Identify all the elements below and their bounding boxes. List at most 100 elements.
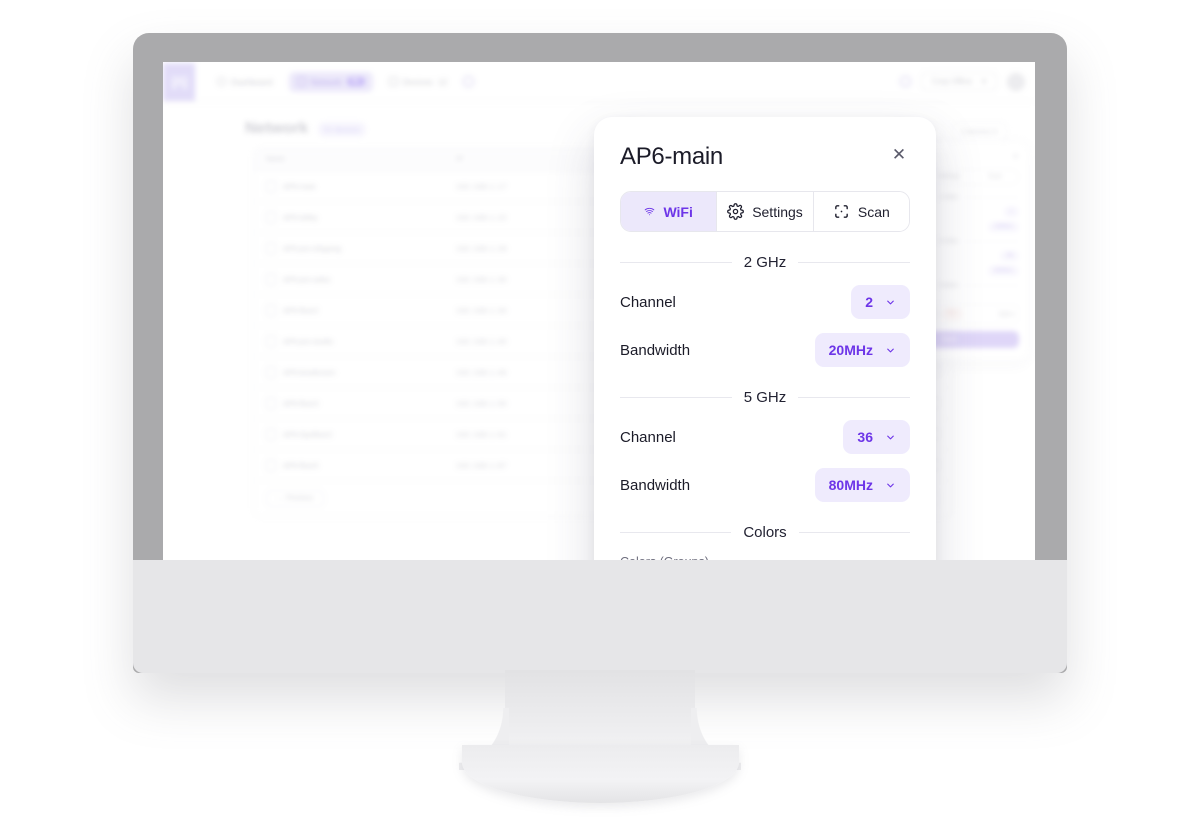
- navbar-right: Corp Office ▾: [899, 72, 1025, 91]
- close-icon[interactable]: ✕: [888, 143, 910, 165]
- cell-name: AP6-lobby: [266, 210, 456, 224]
- previous-label: Previous: [285, 495, 314, 502]
- device-name: AP6-pro-shipping: [283, 243, 341, 253]
- ghost-edit-button[interactable]: Edit ▾: [999, 311, 1014, 318]
- device-name: AP6-breakroom: [283, 367, 336, 377]
- ap-icon: [266, 210, 276, 224]
- nav-label: Devices: [402, 76, 433, 87]
- org-selector[interactable]: Corp Office ▾: [920, 72, 997, 91]
- ghost-bandwidth-2-value[interactable]: 20MHz: [987, 222, 1019, 232]
- col-header-name[interactable]: Name: [266, 156, 456, 163]
- tab-wifi-label: WiFi: [663, 203, 693, 220]
- divider-5ghz-label: 5 GHz: [743, 389, 787, 406]
- nav-item-network[interactable]: Network 51: [288, 71, 373, 92]
- page-header: Network 51 devices: [245, 120, 366, 138]
- wifi-icon: [645, 207, 655, 216]
- channel-5ghz-value: 36: [857, 429, 873, 445]
- monitor-stand-base: [462, 745, 739, 803]
- channel-5ghz-label: Channel: [620, 428, 676, 446]
- divider-colors-label: Colors: [743, 524, 787, 541]
- tab-scan[interactable]: Scan: [813, 192, 909, 231]
- ap-icon: [266, 396, 276, 410]
- columns-dropdown[interactable]: Columns ▾: [951, 122, 1007, 141]
- app-navbar: [Λ] Dashboard Network 51 Devices 12 Corp…: [163, 62, 1035, 102]
- bandwidth-2ghz-value: 20MHz: [828, 342, 873, 358]
- scan-icon: [834, 205, 848, 218]
- ghost-channel-2-value[interactable]: 2: [1003, 207, 1019, 217]
- chevron-down-icon: ▾: [993, 127, 997, 136]
- row-bandwidth-2ghz: Bandwidth 20MHz: [620, 333, 910, 367]
- tab-scan-label: Scan: [857, 203, 890, 220]
- ghost-close-icon[interactable]: ✕: [1012, 152, 1019, 161]
- tab-wifi[interactable]: WiFi: [621, 192, 718, 231]
- device-count-badge: 51 devices: [318, 121, 366, 137]
- nav-item-devices[interactable]: Devices 12: [381, 72, 456, 92]
- devices-count: 12: [437, 76, 448, 87]
- ghost-chip-red[interactable]: Red: [942, 309, 962, 319]
- monitor-chin: [133, 560, 1067, 673]
- row-bandwidth-5ghz: Bandwidth 80MHz: [620, 468, 910, 502]
- chevron-down-icon: [887, 483, 894, 487]
- settings-gear-icon[interactable]: [463, 76, 475, 87]
- tab-settings[interactable]: Settings: [717, 192, 814, 231]
- cell-name: AP6-Opsfloor2: [266, 427, 456, 441]
- modal-tabs: WiFi Settings Scan: [620, 191, 910, 232]
- gear-icon[interactable]: [899, 76, 911, 87]
- nav-label: Dashboard: [231, 76, 273, 87]
- page-title: Network: [245, 120, 309, 137]
- nav-item-dashboard[interactable]: Dashboard: [209, 72, 281, 92]
- colors-group-label: Colors (Groups): [620, 555, 910, 560]
- device-name: AP6-pro-sales: [283, 274, 331, 284]
- row-channel-2ghz: Channel 2: [620, 285, 910, 319]
- screen: [Λ] Dashboard Network 51 Devices 12 Corp…: [163, 62, 1035, 560]
- bandwidth-2ghz-select[interactable]: 20MHz: [814, 333, 910, 367]
- row-channel-5ghz: Channel 36: [620, 420, 910, 454]
- previous-button[interactable]: ← Previous: [266, 490, 325, 507]
- bandwidth-5ghz-select[interactable]: 80MHz: [814, 468, 910, 502]
- ap-settings-modal: AP6-main ✕ WiFi Settings Scan 2 GHz Chan…: [594, 117, 936, 560]
- ap-icon: [266, 427, 276, 441]
- app-logo[interactable]: [Λ]: [163, 62, 195, 101]
- cell-name: AP6-pro-studio: [266, 334, 456, 348]
- cell-name: AP6-pro-sales: [266, 272, 456, 286]
- cell-name: AP6-breakroom: [266, 365, 456, 379]
- bandwidth-5ghz-label: Bandwidth: [620, 476, 691, 494]
- columns-label: Columns: [961, 127, 992, 136]
- ap-icon: [266, 303, 276, 317]
- dashboard-icon: [217, 77, 226, 86]
- cell-name: AP6-pro-shipping: [266, 241, 456, 255]
- avatar[interactable]: [1007, 72, 1025, 91]
- org-name: Corp Office: [931, 77, 972, 86]
- ghost-channel-5-value[interactable]: 36: [1000, 251, 1019, 261]
- channel-2ghz-select[interactable]: 2: [851, 285, 910, 319]
- modal-title: AP6-main: [620, 143, 723, 170]
- nav-items: Dashboard Network 51 Devices 12: [209, 71, 475, 92]
- gear-icon: [727, 203, 745, 220]
- ap-icon: [266, 365, 276, 379]
- device-name: AP6-main: [283, 181, 316, 191]
- device-name: AP6-floor3: [283, 398, 319, 408]
- device-name: AP6-floor5: [283, 460, 319, 470]
- chevron-down-icon: ▾: [981, 77, 986, 86]
- scene: [Λ] Dashboard Network 51 Devices 12 Corp…: [0, 0, 1200, 837]
- device-name: AP6-floor2: [283, 305, 319, 315]
- ghost-bandwidth-5-value[interactable]: 80MHz: [987, 266, 1019, 276]
- network-count-badge: 51: [346, 77, 365, 86]
- channel-2ghz-value: 2: [865, 294, 873, 310]
- bandwidth-2ghz-label: Bandwidth: [620, 341, 691, 359]
- cell-name: AP6-floor3: [266, 396, 456, 410]
- ap-icon: [266, 458, 276, 472]
- divider-colors: Colors: [620, 524, 910, 541]
- tab-settings-label: Settings: [752, 203, 803, 220]
- channel-5ghz-select[interactable]: 36: [843, 420, 910, 454]
- ghost-edit-label: Edit: [998, 311, 1010, 318]
- device-name: AP6-lobby: [283, 212, 318, 222]
- divider-5ghz: 5 GHz: [620, 389, 910, 406]
- chevron-down-icon: [887, 300, 894, 304]
- chevron-down-icon: [887, 435, 894, 439]
- modal-header: AP6-main ✕: [620, 143, 910, 171]
- ghost-tab-scan[interactable]: Scan: [972, 170, 1018, 184]
- divider-2ghz-label: 2 GHz: [743, 254, 787, 271]
- cell-name: AP6-floor5: [266, 458, 456, 472]
- ap-icon: [266, 241, 276, 255]
